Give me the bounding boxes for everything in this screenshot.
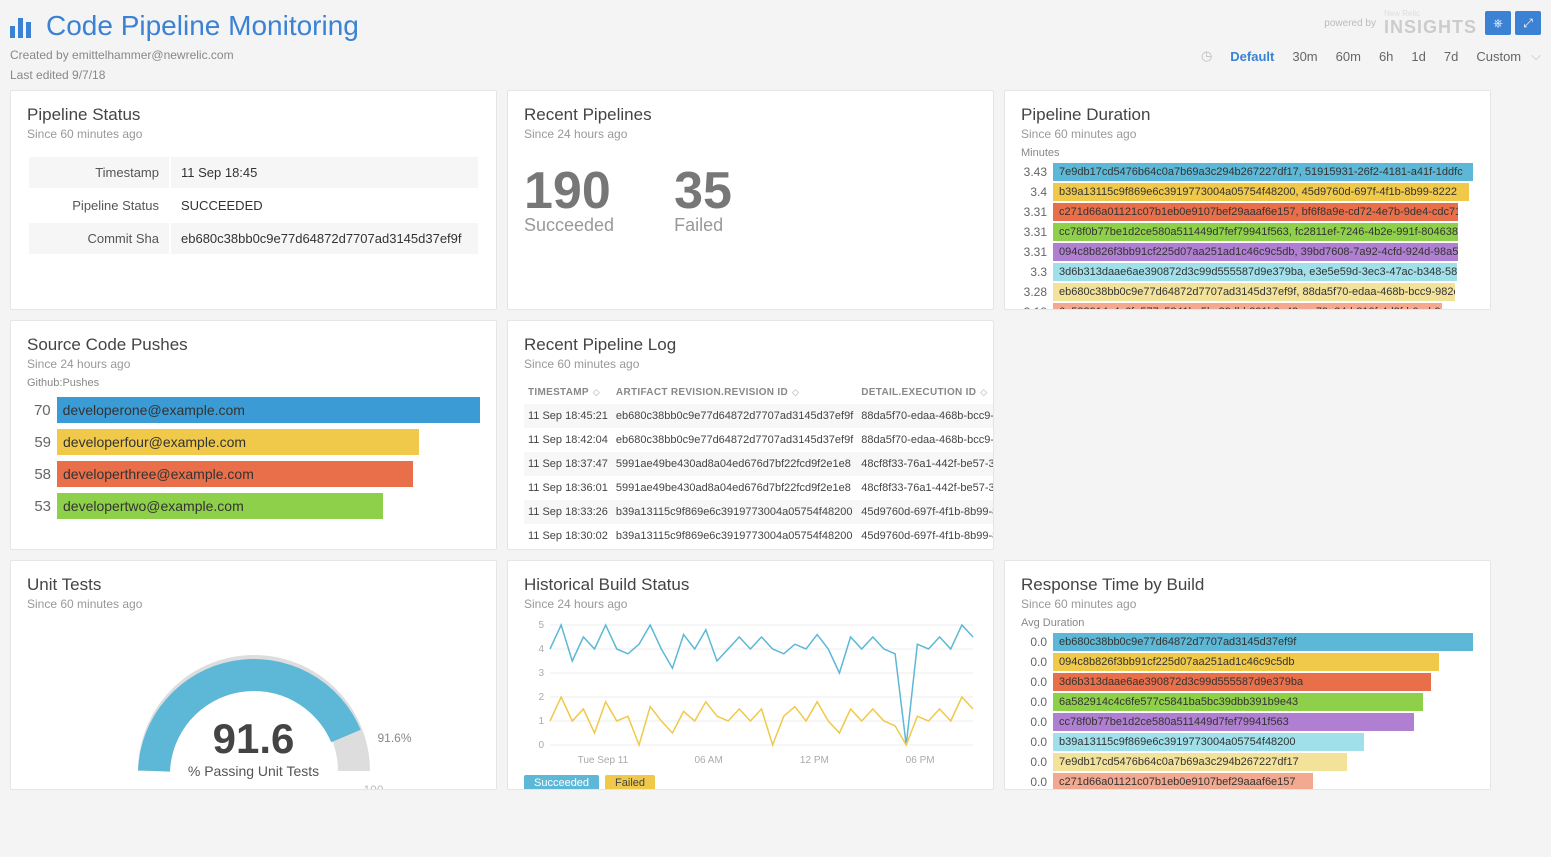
table-row: 11 Sep 18:42:04eb680c38bb0c9e77d64872d77… [524, 428, 994, 452]
log-col[interactable]: ARTIFACT REVISION.REVISION ID◇ [612, 381, 857, 404]
card-recent-pipelines: Recent Pipelines Since 24 hours ago 190 … [507, 90, 994, 310]
response-bar[interactable]: b39a13115c9f869e6c3919773004a05754f48200 [1053, 733, 1364, 751]
kv-val: eb680c38bb0c9e77d64872d7707ad3145d37ef9f [171, 223, 478, 254]
legend-succeeded[interactable]: Succeeded [524, 775, 599, 790]
response-bar[interactable]: cc78f0b77be1d2ce580a511449d7fef79941f563 [1053, 713, 1414, 731]
card-pipeline-status: Pipeline Status Since 60 minutes ago Tim… [10, 90, 497, 310]
response-bar[interactable]: 3d6b313daae6ae390872d3c99d555587d9e379ba [1053, 673, 1431, 691]
duration-bar[interactable]: 7e9db17cd5476b64c0a7b69a3c294b267227df17… [1053, 163, 1473, 181]
table-row: 11 Sep 18:37:475991ae49be430ad8a04ed676d… [524, 452, 994, 476]
kv-val: SUCCEEDED [171, 190, 478, 221]
failed-count: 35 Failed [674, 161, 732, 236]
legend: Succeeded Failed [524, 775, 977, 790]
line-chart: 0 1 2 3 4 5 Tue Sep 11 06 AM 12 PM 06 PM [524, 619, 977, 769]
tr-60m[interactable]: 60m [1336, 49, 1361, 64]
card-historical-build: Historical Build Status Since 24 hours a… [507, 560, 994, 790]
time-range-picker: ◷ Default 30m 60m 6h 1d 7d Custom ⌵ [1201, 48, 1541, 64]
svg-text:0: 0 [538, 740, 544, 751]
bar-chart-icon [10, 14, 36, 38]
duration-bar[interactable]: 6a582914c4c6fe577c5841ba5bc39dbb391b9e43… [1053, 303, 1442, 310]
svg-text:4: 4 [538, 644, 544, 655]
svg-text:12 PM: 12 PM [800, 755, 829, 766]
duration-bar[interactable]: b39a13115c9f869e6c3919773004a05754f48200… [1053, 183, 1469, 201]
duration-bar[interactable]: 094c8b826f3bb91cf225d07aa251ad1c46c9c5db… [1053, 243, 1458, 261]
tr-1d[interactable]: 1d [1411, 49, 1425, 64]
duration-chart: 3.437e9db17cd5476b64c0a7b69a3c294b267227… [1021, 163, 1474, 310]
table-row: 11 Sep 18:33:26b39a13115c9f869e6c3919773… [524, 500, 994, 524]
kv-key: Timestamp [29, 157, 169, 188]
duration-bar[interactable]: cc78f0b77be1d2ce580a511449d7fef79941f563… [1053, 223, 1458, 241]
tr-custom[interactable]: Custom [1476, 49, 1521, 64]
table-row: 11 Sep 18:45:21eb680c38bb0c9e77d64872d77… [524, 404, 994, 428]
response-bar[interactable]: 094c8b826f3bb91cf225d07aa251ad1c46c9c5db [1053, 653, 1439, 671]
duration-bar[interactable]: eb680c38bb0c9e77d64872d7707ad3145d37ef9f… [1053, 283, 1455, 301]
push-bar[interactable]: developerthree@example.com [57, 461, 413, 487]
last-edited: Last edited 9/7/18 [10, 68, 359, 82]
svg-text:5: 5 [538, 620, 544, 631]
card-unit-tests: Unit Tests Since 60 minutes ago 91.6 % P… [10, 560, 497, 790]
gauge: 91.6 % Passing Unit Tests 91.6% 100 [114, 631, 394, 790]
response-bar[interactable]: 7e9db17cd5476b64c0a7b69a3c294b267227df17 [1053, 753, 1347, 771]
svg-text:06 PM: 06 PM [906, 755, 935, 766]
card-pipeline-duration: Pipeline Duration Since 60 minutes ago M… [1004, 90, 1491, 310]
insights-logo: INSIGHTS [1384, 18, 1477, 36]
tr-default[interactable]: Default [1230, 49, 1274, 64]
card-recent-log: Recent Pipeline Log Since 60 minutes ago… [507, 320, 994, 550]
status-table: Timestamp11 Sep 18:45Pipeline StatusSUCC… [27, 155, 480, 256]
duration-bar[interactable]: c271d66a01121c07b1eb0e9107bef29aaaf6e157… [1053, 203, 1458, 221]
table-row: 11 Sep 18:36:015991ae49be430ad8a04ed676d… [524, 476, 994, 500]
log-col[interactable]: DETAIL.EXECUTION ID◇ [857, 381, 994, 404]
duration-bar[interactable]: 3d6b313daae6ae390872d3c99d555587d9e379ba… [1053, 263, 1457, 281]
push-bar[interactable]: developerfour@example.com [57, 429, 419, 455]
row-2: Source Code Pushes Since 24 hours ago Gi… [10, 320, 1541, 550]
page-title: Code Pipeline Monitoring [10, 10, 359, 42]
powered-by: powered by New Relic INSIGHTS ⎈ ⤢ [1324, 10, 1541, 36]
kv-key: Pipeline Status [29, 190, 169, 221]
sort-icon: ◇ [593, 387, 600, 397]
header: Code Pipeline Monitoring Created by emit… [10, 10, 1541, 82]
svg-text:06 AM: 06 AM [694, 755, 722, 766]
created-by: Created by emittelhammer@newrelic.com [10, 48, 359, 62]
response-bar[interactable]: eb680c38bb0c9e77d64872d7707ad3145d37ef9f [1053, 633, 1473, 651]
title-text: Code Pipeline Monitoring [46, 10, 359, 42]
log-col[interactable]: TIMESTAMP◇ [524, 381, 612, 404]
tr-6h[interactable]: 6h [1379, 49, 1393, 64]
push-bar[interactable]: developerone@example.com [57, 397, 480, 423]
log-table: TIMESTAMP◇ARTIFACT REVISION.REVISION ID◇… [524, 381, 994, 548]
response-bar[interactable]: c271d66a01121c07b1eb0e9107bef29aaaf6e157 [1053, 773, 1313, 790]
kv-val: 11 Sep 18:45 [171, 157, 478, 188]
svg-text:1: 1 [538, 716, 544, 727]
row-3: Unit Tests Since 60 minutes ago 91.6 % P… [10, 560, 1541, 790]
svg-text:Tue Sep 11: Tue Sep 11 [578, 755, 629, 766]
tr-30m[interactable]: 30m [1292, 49, 1317, 64]
push-bar[interactable]: developertwo@example.com [57, 493, 383, 519]
location-icon[interactable]: ⎈ [1485, 11, 1511, 35]
card-response-time: Response Time by Build Since 60 minutes … [1004, 560, 1491, 790]
clock-icon: ◷ [1201, 48, 1212, 64]
sort-icon: ◇ [980, 387, 987, 397]
sort-icon: ◇ [792, 387, 799, 397]
table-row: 11 Sep 18:30:02b39a13115c9f869e6c3919773… [524, 524, 994, 548]
svg-text:2: 2 [538, 692, 544, 703]
expand-icon[interactable]: ⤢ [1515, 11, 1541, 35]
response-chart: 0.0eb680c38bb0c9e77d64872d7707ad3145d37e… [1021, 633, 1474, 790]
tr-7d[interactable]: 7d [1444, 49, 1458, 64]
succeeded-count: 190 Succeeded [524, 161, 614, 236]
svg-text:3: 3 [538, 668, 544, 679]
pushes-chart: 70developerone@example.com59developerfou… [27, 397, 480, 519]
card-source-pushes: Source Code Pushes Since 24 hours ago Gi… [10, 320, 497, 550]
chevron-down-icon[interactable]: ⌵ [1531, 48, 1541, 64]
kv-key: Commit Sha [29, 223, 169, 254]
legend-failed[interactable]: Failed [605, 775, 655, 790]
row-1: Pipeline Status Since 60 minutes ago Tim… [10, 90, 1541, 310]
response-bar[interactable]: 6a582914c4c6fe577c5841ba5bc39dbb391b9e43 [1053, 693, 1423, 711]
